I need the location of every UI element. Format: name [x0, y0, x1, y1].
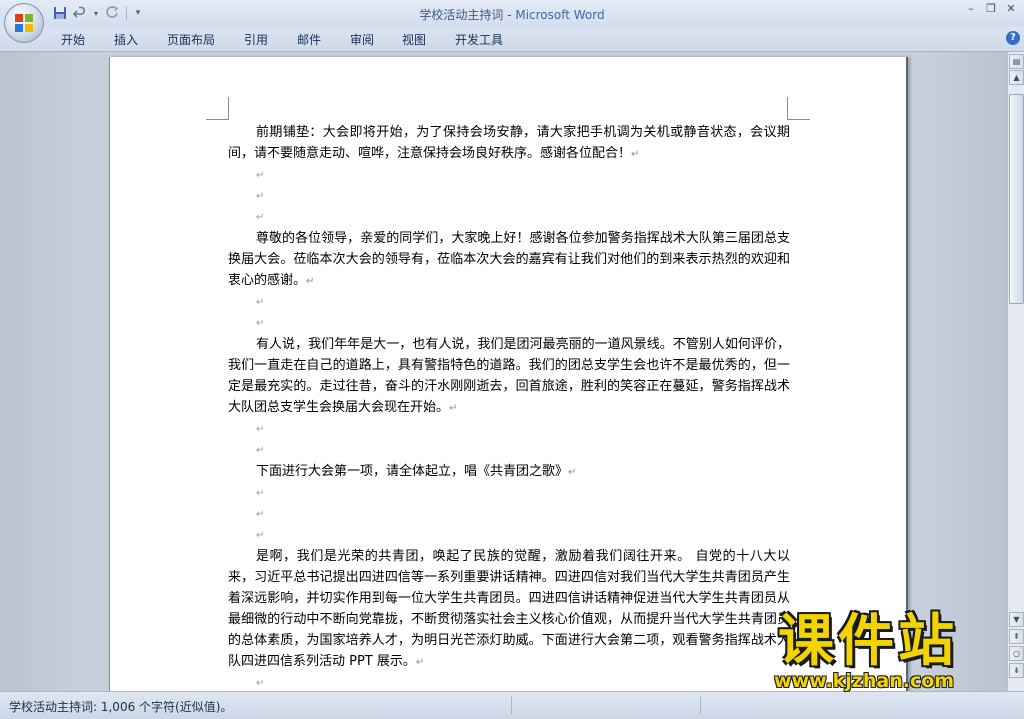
paragraph: 有人说，我们年年是大一，也有人说，我们是团河最亮丽的一道风景线。不管别人如何评价…	[228, 334, 790, 419]
tab-view[interactable]: 视图	[402, 31, 426, 48]
paragraph-text: 下面进行大会第一项，请全体起立，唱《共青团之歌》	[256, 464, 569, 479]
scrollbar-thumb[interactable]	[1009, 94, 1024, 304]
window-title: 学校活动主持词 - Microsoft Word	[0, 6, 1024, 23]
status-divider	[700, 696, 701, 714]
empty-paragraph: ↵	[256, 191, 265, 202]
next-page-icon[interactable]: ⇟	[1009, 663, 1024, 678]
minimize-button[interactable]: –	[964, 2, 978, 15]
paragraph-mark: ↵	[568, 467, 577, 478]
word-count-status[interactable]: 学校活动主持词: 1,006 个字符(近似值)。	[9, 698, 232, 715]
paragraph: 下面进行大会第一项，请全体起立，唱《共青团之歌》↵	[228, 461, 790, 483]
empty-paragraph: ↵	[256, 509, 265, 520]
document-workspace: 前期铺垫：大会即将开始，为了保持会场安静，请大家把手机调为关机或静音状态，会议期…	[0, 52, 1007, 710]
status-bar: 学校活动主持词: 1,006 个字符(近似值)。	[0, 691, 1024, 719]
tab-home[interactable]: 开始	[61, 31, 85, 48]
empty-paragraph: ↵	[256, 297, 265, 308]
margin-corner-top-left	[206, 97, 229, 120]
paragraph-mark: ↵	[631, 149, 640, 160]
tab-page-layout[interactable]: 页面布局	[167, 31, 215, 48]
empty-paragraph: ↵	[256, 170, 265, 181]
paragraph: 是啊，我们是光荣的共青团，唤起了民族的觉醒，激励着我们阔往开来。 自党的十八大以…	[228, 546, 790, 673]
title-separator: -	[503, 8, 516, 22]
document-title: 学校活动主持词	[419, 8, 504, 22]
document-body[interactable]: 前期铺垫：大会即将开始，为了保持会场安静，请大家把手机调为关机或静音状态，会议期…	[228, 122, 790, 715]
watermark: 课件站 www.kjzhan.com	[774, 609, 1004, 693]
tab-insert[interactable]: 插入	[114, 31, 138, 48]
paragraph-mark: ↵	[449, 403, 458, 414]
restore-button[interactable]: ❐	[984, 2, 998, 15]
tab-developer[interactable]: 开发工具	[455, 31, 503, 48]
help-button[interactable]: ?	[1006, 31, 1020, 45]
empty-paragraph: ↵	[256, 530, 265, 541]
empty-paragraph: ↵	[256, 212, 265, 223]
empty-paragraph: ↵	[256, 488, 265, 499]
view-ruler-icon[interactable]: ▤	[1009, 54, 1024, 69]
paragraph-text: 有人说，我们年年是大一，也有人说，我们是团河最亮丽的一道风景线。不管别人如何评价…	[228, 337, 790, 415]
tab-mailings[interactable]: 邮件	[297, 31, 321, 48]
previous-page-icon[interactable]: ⇞	[1009, 629, 1024, 644]
tab-references[interactable]: 引用	[244, 31, 268, 48]
paragraph-mark: ↵	[415, 657, 425, 668]
margin-corner-top-right	[787, 97, 810, 120]
title-bar: ▾ ▾ 学校活动主持词 - Microsoft Word – ❐ ✕	[0, 0, 1024, 27]
empty-paragraph: ↵	[256, 445, 265, 456]
app-name: Microsoft Word	[515, 8, 605, 22]
ribbon-tabs: 开始 插入 页面布局 引用 邮件 审阅 视图 开发工具	[0, 27, 1024, 52]
scroll-down-icon[interactable]: ▼	[1009, 612, 1024, 627]
office-logo-icon	[15, 14, 33, 32]
paragraph: 尊敬的各位领导，亲爱的同学们，大家晚上好！感谢各位参加警务指挥战术大队第三届团总…	[228, 228, 790, 292]
watermark-logo-text: 课件站	[778, 609, 958, 674]
paragraph: 前期铺垫：大会即将开始，为了保持会场安静，请大家把手机调为关机或静音状态，会议期…	[228, 122, 790, 165]
watermark-url: www.kjzhan.com	[774, 670, 955, 692]
empty-paragraph: ↵	[256, 318, 265, 329]
paragraph-text: 前期铺垫：大会即将开始，为了保持会场安静，请大家把手机调为关机或静音状态，会议期…	[228, 125, 790, 161]
paragraph-mark: ↵	[306, 276, 315, 287]
window-controls: – ❐ ✕	[964, 2, 1018, 15]
paragraph-text: 是啊，我们是光荣的共青团，唤起了民族的觉醒，激励着我们阔往开来。 自党的十八大以…	[228, 549, 790, 669]
vertical-scrollbar[interactable]: ▤ ▲ ▼ ⇞ ○ ⇟	[1007, 52, 1024, 691]
tab-review[interactable]: 审阅	[350, 31, 374, 48]
office-button[interactable]	[4, 3, 44, 43]
empty-paragraph: ↵	[256, 424, 265, 435]
status-divider	[511, 696, 512, 714]
close-button[interactable]: ✕	[1004, 2, 1018, 15]
scroll-up-icon[interactable]: ▲	[1009, 70, 1024, 85]
select-browse-object-icon[interactable]: ○	[1009, 646, 1024, 661]
